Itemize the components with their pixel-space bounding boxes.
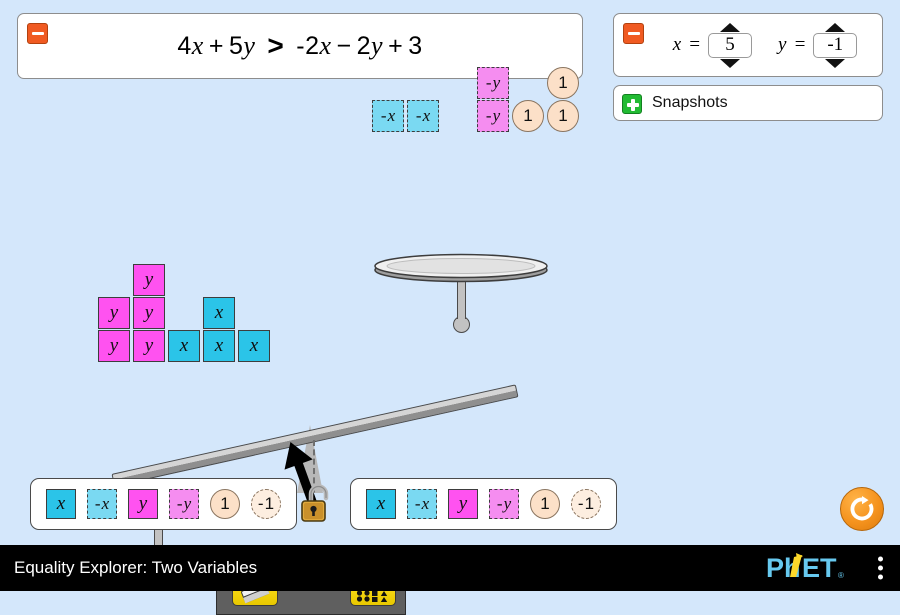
tool-negative-y[interactable]: -y: [489, 489, 519, 519]
tool-negative-x[interactable]: -x: [407, 489, 437, 519]
right-plate: [374, 253, 548, 283]
term-one[interactable]: 1: [547, 100, 579, 132]
variable-x-label: x: [672, 34, 682, 55]
svg-text:E: E: [802, 553, 820, 583]
tool-x[interactable]: x: [366, 489, 396, 519]
term-x[interactable]: x: [203, 330, 235, 362]
svg-text:P: P: [766, 553, 784, 583]
menu-dot-icon: [878, 574, 883, 580]
variable-x-increment-button[interactable]: [720, 22, 740, 32]
term-y[interactable]: y: [98, 330, 130, 362]
tool-negative-one[interactable]: -1: [251, 489, 281, 519]
variable-spinners: x = 5 y = -1: [658, 14, 872, 76]
term-negative-y[interactable]: -y: [477, 100, 509, 132]
variable-y-increment-button[interactable]: [825, 22, 846, 32]
term-x[interactable]: x: [238, 330, 270, 362]
plus-icon: [631, 99, 635, 111]
left-terms-toolbox[interactable]: x -x y -y 1 -1: [30, 478, 297, 530]
variable-x-group: x = 5: [672, 22, 752, 68]
equation-operator: −: [336, 31, 352, 60]
tool-x[interactable]: x: [46, 489, 76, 519]
variable-y-equals: =: [793, 34, 807, 55]
term-y[interactable]: y: [133, 264, 165, 296]
tool-y[interactable]: y: [128, 489, 158, 519]
equation-number: -2: [296, 31, 320, 60]
snapshots-expand-button[interactable]: [622, 94, 642, 114]
term-y[interactable]: y: [133, 330, 165, 362]
variable-y-spinner: -1: [813, 22, 858, 68]
equation-operator: +: [388, 31, 404, 60]
variable-y-value[interactable]: -1: [813, 32, 858, 58]
term-one[interactable]: 1: [547, 67, 579, 99]
equation-number: 2: [356, 31, 372, 60]
variable-x-decrement-button[interactable]: [720, 58, 740, 68]
equation-variable: y: [243, 31, 256, 60]
equation-relational-operator: >: [267, 30, 285, 61]
term-negative-x[interactable]: -x: [372, 100, 404, 132]
snapshots-label: Snapshots: [652, 94, 728, 111]
equation-number: 5: [228, 31, 244, 60]
sim-title: Equality Explorer: Two Variables: [14, 558, 258, 577]
term-y[interactable]: y: [133, 297, 165, 329]
tool-one[interactable]: 1: [530, 489, 560, 519]
phet-logo[interactable]: P h E T ®: [766, 553, 858, 583]
equation-variable: x: [191, 31, 204, 60]
variable-x-spinner: 5: [708, 22, 752, 68]
balance-scale: yyyyyxxxx -x-x-y-y111: [0, 67, 900, 615]
variable-y-label: y: [778, 34, 787, 55]
svg-text:®: ®: [838, 571, 844, 580]
variable-x-value[interactable]: 5: [708, 32, 752, 58]
bottom-title-bar: Equality Explorer: Two Variables P h E T…: [0, 545, 900, 591]
term-negative-x[interactable]: -x: [407, 100, 439, 132]
variable-values-panel: x = 5 y = -1: [613, 13, 883, 77]
tool-one[interactable]: 1: [210, 489, 240, 519]
tool-y[interactable]: y: [448, 489, 478, 519]
menu-button[interactable]: [878, 556, 883, 580]
equation-operator: +: [208, 31, 224, 60]
equation-variable: x: [319, 31, 332, 60]
equation-variable: y: [371, 31, 384, 60]
variable-x-equals: =: [688, 34, 701, 55]
reset-all-button[interactable]: [840, 487, 884, 531]
term-one[interactable]: 1: [512, 100, 544, 132]
term-x[interactable]: x: [168, 330, 200, 362]
tool-negative-y[interactable]: -y: [169, 489, 199, 519]
term-x[interactable]: x: [203, 297, 235, 329]
tool-negative-x[interactable]: -x: [87, 489, 117, 519]
reset-circular-arrow-icon: [850, 496, 874, 521]
minus-icon: [627, 31, 640, 36]
equation-number: 3: [408, 31, 423, 60]
equation-number: 4: [177, 31, 192, 60]
tool-negative-one[interactable]: -1: [571, 489, 601, 519]
lock-toggle[interactable]: [298, 482, 338, 526]
menu-dot-icon: [878, 565, 883, 571]
svg-text:T: T: [820, 553, 837, 583]
variables-collapse-button[interactable]: [623, 23, 644, 44]
variable-y-decrement-button[interactable]: [825, 58, 846, 68]
variable-y-group: y = -1: [778, 22, 858, 68]
menu-dot-icon: [878, 556, 883, 562]
term-y[interactable]: y: [98, 297, 130, 329]
term-negative-y[interactable]: -y: [477, 67, 509, 99]
padlock-open-icon: [301, 484, 329, 522]
snapshots-panel[interactable]: Snapshots: [613, 85, 883, 121]
right-terms-toolbox[interactable]: x -x y -y 1 -1: [350, 478, 617, 530]
